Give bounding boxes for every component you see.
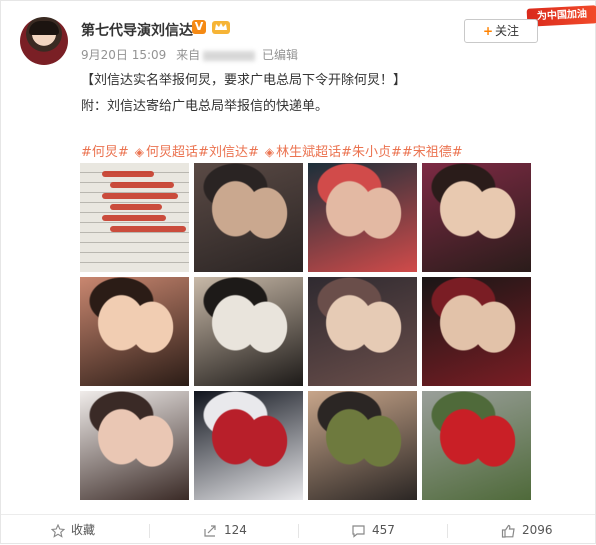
photo-couple-selfie[interactable] [422,163,531,272]
share-icon [204,524,216,537]
redacted-scribble [110,226,186,232]
weibo-post-card: 第七代导演刘信达 V 9月20日 15:09 来自 已编辑 为中国加油 + 关注 … [0,0,596,544]
repost-count: 124 [224,523,247,537]
redacted-scribble [102,215,166,221]
photo-man-closeup[interactable] [80,277,189,386]
post-text-line-2: 附：刘信达寄给广电总局举报信的快递单。 [81,99,329,114]
member-crown-icon [212,21,230,34]
favorite-label: 收藏 [71,523,96,537]
photo-handwritten-document[interactable] [80,163,189,272]
photo-couple-kiss-party[interactable] [194,163,303,272]
hashtag[interactable]: #朱小贞# [341,145,402,160]
comment-count: 457 [372,523,395,537]
photo-street-banner[interactable] [422,391,531,500]
comment-icon [352,524,365,538]
hashtag[interactable]: #刘信达# [198,145,259,160]
verified-badge-icon: V [192,20,206,34]
photo-elder-man[interactable] [308,391,417,500]
photo-couple-dark[interactable] [422,277,531,386]
repost-button[interactable]: 124 [203,515,247,545]
post-date[interactable]: 9月20日 15:09 [81,48,166,62]
photo-grid [80,163,532,503]
hashtag-row: #何炅# ◈ 何炅超话#刘信达# ◈ 林生斌超话#朱小贞##宋祖德# [81,141,463,160]
super-topic-icon: ◈ [264,145,275,159]
follow-button[interactable]: + 关注 [464,19,538,43]
favorite-button[interactable]: 收藏 [50,515,96,545]
follow-label: 关注 [495,24,520,38]
post-source-prefix: 来自 [176,48,201,62]
super-topic-tag[interactable]: 何炅超话 [146,145,198,160]
photo-group-selfie[interactable] [308,277,417,386]
redacted-scribble [102,193,178,199]
divider [149,524,150,538]
super-topic-icon: ◈ [134,145,145,159]
post-text-line-1: 【刘信达实名举报何炅，要求广电总局下令开除何炅！】 [81,73,407,88]
divider [447,524,448,538]
redacted-scribble [110,204,162,210]
hashtag[interactable]: #何炅# [81,145,129,160]
photo-kiss-tribute[interactable] [194,277,303,386]
thumbs-up-icon [501,524,515,538]
edited-label[interactable]: 已编辑 [262,48,298,62]
blurred-source [203,50,256,61]
author-name[interactable]: 第七代导演刘信达 [81,20,193,40]
redacted-scribble [102,171,154,177]
comment-button[interactable]: 457 [351,515,395,545]
like-button[interactable]: 2096 [501,515,553,545]
hashtag[interactable]: #宋祖德# [402,145,463,160]
super-topic-tag[interactable]: 林生斌超话 [276,145,341,160]
photo-kiss-tv[interactable] [308,163,417,272]
plus-icon: + [482,24,494,38]
post-meta: 9月20日 15:09 来自 已编辑 [81,46,298,63]
divider [298,524,299,538]
action-bar: 收藏 124 457 2096 [1,514,595,545]
author-avatar[interactable] [20,17,68,65]
like-count: 2096 [522,523,553,537]
star-icon [50,523,66,538]
redacted-scribble [110,182,174,188]
photo-stage-performers[interactable] [194,391,303,500]
photo-couple-white[interactable] [80,391,189,500]
